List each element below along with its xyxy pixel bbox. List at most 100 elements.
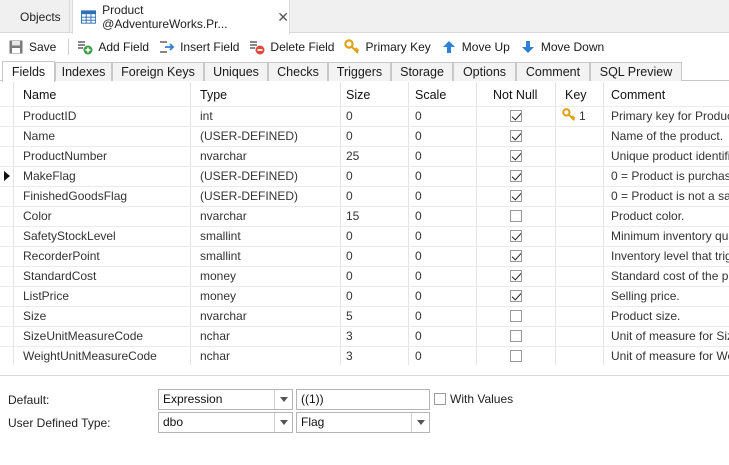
- field-name-cell[interactable]: FinishedGoodsFlag: [16, 186, 190, 206]
- tab-indexes[interactable]: Indexes: [55, 62, 112, 81]
- field-name-cell[interactable]: SafetyStockLevel: [16, 226, 190, 246]
- field-name-cell[interactable]: ProductNumber: [16, 146, 190, 166]
- tab-checks[interactable]: Checks: [268, 62, 328, 81]
- tab-comment[interactable]: Comment: [516, 62, 590, 81]
- not-null-checkbox[interactable]: [510, 350, 522, 362]
- field-type-cell[interactable]: (USER-DEFINED): [193, 186, 340, 206]
- field-comment-cell[interactable]: 0 = Product is not a salable item. 1 = P…: [604, 186, 729, 206]
- field-comment-cell[interactable]: Unit of measure for Weight column.: [604, 346, 729, 365]
- tab-storage[interactable]: Storage: [391, 62, 453, 81]
- field-name-cell[interactable]: Name: [16, 126, 190, 146]
- table-row[interactable]: SizeUnitMeasureCode nchar 3 0 Unit of measur…: [0, 326, 729, 346]
- column-header-name[interactable]: Name: [16, 84, 190, 104]
- field-type-cell[interactable]: nchar: [193, 326, 340, 346]
- tab-sql-preview[interactable]: SQL Preview: [590, 62, 682, 81]
- column-header-size[interactable]: Size: [339, 84, 408, 104]
- field-size-cell[interactable]: 15: [339, 206, 408, 226]
- field-name-cell[interactable]: Size: [16, 306, 190, 326]
- field-size-cell[interactable]: 3: [339, 346, 408, 365]
- table-row[interactable]: Color nvarchar 15 0 Product color.: [0, 206, 729, 226]
- field-name-cell[interactable]: SizeUnitMeasureCode: [16, 326, 190, 346]
- field-type-cell[interactable]: nvarchar: [193, 206, 340, 226]
- add-field-button[interactable]: Add Field: [77, 36, 149, 58]
- field-scale-cell[interactable]: 0: [408, 146, 476, 166]
- field-comment-cell[interactable]: Minimum inventory quantity.: [604, 226, 729, 246]
- field-name-cell[interactable]: Color: [16, 206, 190, 226]
- field-name-cell[interactable]: StandardCost: [16, 266, 190, 286]
- delete-field-button[interactable]: Delete Field: [249, 36, 334, 58]
- table-row[interactable]: RecorderPoint smallint 0 0 Inventory level t…: [0, 246, 729, 266]
- field-type-cell[interactable]: (USER-DEFINED): [193, 126, 340, 146]
- field-name-cell[interactable]: RecorderPoint: [16, 246, 190, 266]
- table-row[interactable]: WeightUnitMeasureCode nchar 3 0 Unit of meas…: [0, 346, 729, 365]
- field-size-cell[interactable]: 0: [339, 246, 408, 266]
- field-comment-cell[interactable]: Unique product identification number.: [604, 146, 729, 166]
- column-header-type[interactable]: Type: [193, 84, 340, 104]
- tab-foreign-keys[interactable]: Foreign Keys: [112, 62, 204, 81]
- field-comment-cell[interactable]: 0 = Product is purchased, 1 = Product is…: [604, 166, 729, 186]
- field-size-cell[interactable]: 0: [339, 286, 408, 306]
- field-name-cell[interactable]: ProductID: [16, 106, 190, 126]
- field-comment-cell[interactable]: Name of the product.: [604, 126, 729, 146]
- not-null-checkbox[interactable]: [510, 130, 522, 142]
- field-comment-cell[interactable]: Inventory level that triggers a purchase…: [604, 246, 729, 266]
- column-header-scale[interactable]: Scale: [408, 84, 476, 104]
- not-null-checkbox[interactable]: [510, 290, 522, 302]
- save-button[interactable]: Save: [8, 36, 56, 58]
- field-scale-cell[interactable]: 0: [408, 106, 476, 126]
- field-size-cell[interactable]: 0: [339, 126, 408, 146]
- tab-triggers[interactable]: Triggers: [328, 62, 391, 81]
- move-down-button[interactable]: Move Down: [520, 36, 604, 58]
- primary-key-button[interactable]: Primary Key: [344, 36, 431, 58]
- close-icon[interactable]: ✕: [277, 9, 289, 26]
- field-type-cell[interactable]: money: [193, 286, 340, 306]
- default-mode-select[interactable]: Expression: [158, 389, 293, 410]
- not-null-checkbox[interactable]: [510, 330, 522, 342]
- field-size-cell[interactable]: 0: [339, 166, 408, 186]
- field-scale-cell[interactable]: 0: [408, 226, 476, 246]
- table-row[interactable]: StandardCost money 0 0 Standard cost of the …: [0, 266, 729, 286]
- field-type-cell[interactable]: money: [193, 266, 340, 286]
- field-type-cell[interactable]: nchar: [193, 346, 340, 365]
- field-type-cell[interactable]: nvarchar: [193, 146, 340, 166]
- field-type-cell[interactable]: smallint: [193, 226, 340, 246]
- field-comment-cell[interactable]: Product size.: [604, 306, 729, 326]
- field-size-cell[interactable]: 0: [339, 106, 408, 126]
- not-null-checkbox[interactable]: [510, 230, 522, 242]
- field-size-cell[interactable]: 5: [339, 306, 408, 326]
- field-comment-cell[interactable]: Primary key for Product records.: [604, 106, 729, 126]
- field-size-cell[interactable]: 0: [339, 226, 408, 246]
- not-null-checkbox[interactable]: [510, 250, 522, 262]
- default-value-input[interactable]: ((1)): [296, 389, 430, 410]
- field-size-cell[interactable]: 0: [339, 266, 408, 286]
- field-size-cell[interactable]: 0: [339, 186, 408, 206]
- field-name-cell[interactable]: MakeFlag: [16, 166, 190, 186]
- not-null-checkbox[interactable]: [510, 110, 522, 122]
- field-scale-cell[interactable]: 0: [408, 346, 476, 365]
- field-type-cell[interactable]: int: [193, 106, 340, 126]
- field-scale-cell[interactable]: 0: [408, 286, 476, 306]
- field-scale-cell[interactable]: 0: [408, 326, 476, 346]
- table-row[interactable]: ListPrice money 0 0 Selling price.: [0, 286, 729, 306]
- not-null-checkbox[interactable]: [510, 150, 522, 162]
- field-size-cell[interactable]: 25: [339, 146, 408, 166]
- not-null-checkbox[interactable]: [510, 270, 522, 282]
- table-row[interactable]: ProductNumber nvarchar 25 0 Unique product i…: [0, 146, 729, 166]
- column-header-comment[interactable]: Comment: [604, 84, 729, 104]
- column-header-key[interactable]: Key: [558, 84, 603, 104]
- field-type-cell[interactable]: (USER-DEFINED): [193, 166, 340, 186]
- field-scale-cell[interactable]: 0: [408, 166, 476, 186]
- not-null-checkbox[interactable]: [510, 170, 522, 182]
- field-name-cell[interactable]: WeightUnitMeasureCode: [16, 346, 190, 365]
- field-key-cell[interactable]: 1: [558, 106, 603, 126]
- field-scale-cell[interactable]: 0: [408, 306, 476, 326]
- field-scale-cell[interactable]: 0: [408, 126, 476, 146]
- field-scale-cell[interactable]: 0: [408, 246, 476, 266]
- not-null-checkbox[interactable]: [510, 310, 522, 322]
- tab-fields[interactable]: Fields: [2, 61, 55, 82]
- udt-name-select[interactable]: Flag: [296, 412, 430, 433]
- column-header-not-null[interactable]: Not Null: [486, 84, 555, 104]
- tab-product-designer[interactable]: Product @AdventureWorks.Pr... ✕: [72, 0, 290, 34]
- field-name-cell[interactable]: ListPrice: [16, 286, 190, 306]
- field-scale-cell[interactable]: 0: [408, 186, 476, 206]
